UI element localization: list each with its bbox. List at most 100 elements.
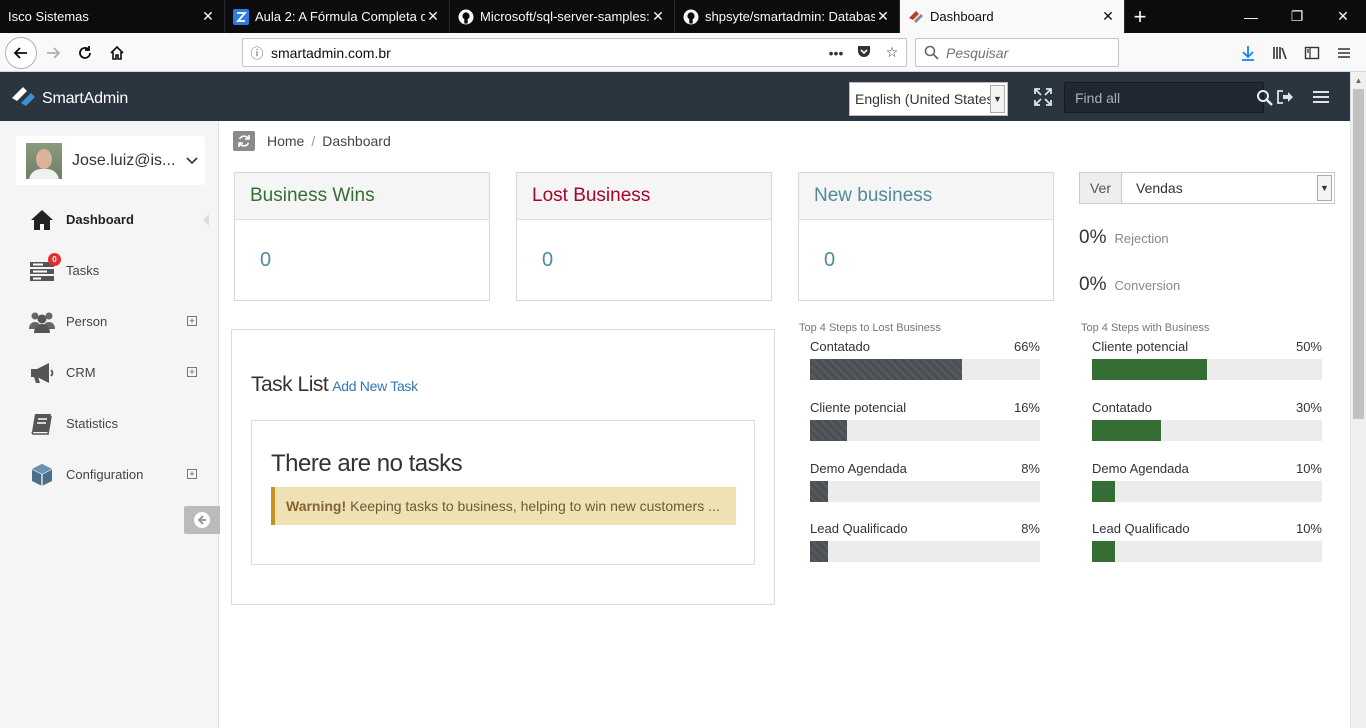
users-icon	[28, 308, 56, 336]
business-wins-box: Business Wins 0	[234, 172, 490, 301]
hamburger-menu-icon[interactable]	[1310, 86, 1332, 108]
url-bar[interactable]: ⓘ smartadmin.com.br ••• ☆	[242, 38, 907, 67]
close-icon[interactable]: ✕	[425, 8, 441, 25]
minimize-icon[interactable]: —	[1228, 0, 1274, 33]
task-list-header: Task List Add New Task	[251, 373, 418, 397]
warning-text: Keeping tasks to business, helping to wi…	[350, 498, 720, 514]
browser-tab[interactable]: Aula 2: A Fórmula Completa de ✕	[225, 0, 450, 33]
scrollbar-thumb[interactable]	[1353, 89, 1364, 419]
lost-step: Lead Qualificado 8%	[810, 521, 1040, 562]
progress-fill	[1092, 420, 1161, 441]
github-icon	[458, 9, 474, 25]
lost-steps-caption: Top 4 Steps to Lost Business	[799, 322, 941, 334]
megaphone-icon	[28, 359, 56, 387]
win-step: Lead Qualificado 10%	[1092, 521, 1322, 562]
sidebar-item-label: Dashboard	[66, 212, 134, 227]
progress-track	[1092, 420, 1322, 441]
search-icon[interactable]	[1256, 89, 1273, 106]
user-profile-box[interactable]: Jose.luiz@is...	[16, 136, 205, 185]
sidebar-item-label: Person	[66, 314, 108, 329]
browser-search-box[interactable]: Pesquisar	[915, 38, 1119, 67]
forward-button[interactable]	[38, 38, 68, 68]
new-tab-button[interactable]: +	[1125, 0, 1155, 33]
breadcrumb-home[interactable]: Home	[267, 133, 304, 149]
step-percent: 30%	[1295, 400, 1322, 415]
browser-nav-bar: ⓘ smartadmin.com.br ••• ☆ Pesquisar	[0, 33, 1366, 72]
chevron-down-icon[interactable]	[179, 156, 205, 165]
sidebar-item-statistics[interactable]: Statistics	[0, 398, 219, 449]
sidebar-item-dashboard[interactable]: Dashboard	[0, 194, 219, 245]
library-icon[interactable]	[1264, 38, 1296, 68]
logout-icon[interactable]	[1274, 86, 1296, 108]
tab-title: Microsoft/sql-server-samples: C	[480, 9, 650, 24]
step-label: Cliente potencial	[810, 400, 907, 415]
more-icon[interactable]: •••	[822, 45, 850, 61]
tab-title: Dashboard	[930, 9, 994, 24]
progress-track	[810, 420, 1040, 441]
progress-fill	[810, 541, 829, 562]
view-filter-select[interactable]: Vendas ▼	[1122, 172, 1335, 204]
sidebar: Jose.luiz@is... Dashboard 0 Tasks Person…	[0, 121, 220, 728]
reload-button[interactable]	[70, 38, 100, 68]
restore-icon[interactable]: ❐	[1274, 0, 1320, 33]
back-button[interactable]	[5, 37, 37, 69]
sidebar-item-person[interactable]: Person +	[0, 296, 219, 347]
browser-tab[interactable]: shpsyte/smartadmin: Database ✕	[675, 0, 900, 33]
progress-fill	[810, 481, 829, 502]
rejection-value: 0%	[1079, 227, 1107, 248]
conversion-rate: 0% Conversion	[1079, 274, 1180, 296]
scroll-up-arrow[interactable]: ▲	[1351, 72, 1366, 88]
fullscreen-button[interactable]	[1032, 86, 1054, 108]
new-business-value: 0	[824, 249, 836, 271]
close-icon[interactable]: ✕	[1100, 8, 1116, 25]
step-label: Contatado	[810, 339, 870, 354]
url-text[interactable]: smartadmin.com.br	[271, 45, 822, 61]
refresh-button[interactable]	[233, 131, 255, 151]
expand-icon[interactable]: +	[187, 469, 197, 479]
add-new-task-link[interactable]: Add New Task	[332, 378, 418, 394]
browser-tab-active[interactable]: Dashboard ✕	[900, 0, 1125, 33]
download-icon[interactable]	[1232, 38, 1264, 68]
warning-label: Warning!	[286, 498, 347, 514]
pocket-icon[interactable]	[850, 44, 878, 61]
progress-track	[810, 359, 1040, 380]
close-icon[interactable]: ✕	[200, 8, 216, 25]
sidebar-item-tasks[interactable]: 0 Tasks	[0, 245, 219, 296]
close-window-icon[interactable]: ✕	[1320, 0, 1366, 33]
page-scrollbar[interactable]: ▲	[1350, 72, 1366, 728]
browser-tab[interactable]: Isco Sistemas ✕	[0, 0, 225, 33]
lost-step: Cliente potencial 16%	[810, 400, 1040, 441]
app-logo[interactable]: SmartAdmin	[12, 84, 128, 113]
sidebar-menu: Dashboard 0 Tasks Person + CRM + Statist…	[0, 194, 219, 500]
step-percent: 10%	[1295, 461, 1322, 476]
expand-icon[interactable]: +	[187, 316, 197, 326]
sidebar-item-configuration[interactable]: Configuration +	[0, 449, 219, 500]
win-steps-caption: Top 4 Steps with Business	[1081, 322, 1210, 334]
view-filter-value: Vendas	[1136, 180, 1183, 196]
smartadmin-logo-icon	[12, 84, 36, 113]
expand-icon[interactable]: +	[187, 367, 197, 377]
close-icon[interactable]: ✕	[650, 8, 666, 25]
language-select[interactable]: English (United States) ▼	[849, 82, 1008, 116]
sidebar-toggle-icon[interactable]	[1296, 38, 1328, 68]
close-icon[interactable]: ✕	[875, 8, 891, 25]
win-step: Contatado 30%	[1092, 400, 1322, 441]
tasks-icon: 0	[28, 252, 61, 285]
home-button[interactable]	[102, 38, 132, 68]
collapse-sidebar-button[interactable]	[184, 506, 220, 534]
find-all-input[interactable]	[1065, 89, 1256, 106]
progress-fill	[810, 420, 847, 441]
step-percent: 16%	[1013, 400, 1040, 415]
business-wins-title: Business Wins	[235, 173, 489, 220]
browser-tab[interactable]: Microsoft/sql-server-samples: C ✕	[450, 0, 675, 33]
sidebar-item-crm[interactable]: CRM +	[0, 347, 219, 398]
lost-business-box: Lost Business 0	[516, 172, 772, 301]
breadcrumb-current: Dashboard	[322, 133, 391, 149]
step-label: Demo Agendada	[810, 461, 907, 476]
step-percent: 10%	[1295, 521, 1322, 536]
progress-fill	[1092, 541, 1115, 562]
step-label: Contatado	[1092, 400, 1152, 415]
info-icon[interactable]: ⓘ	[243, 43, 271, 62]
browser-menu-icon[interactable]	[1328, 38, 1360, 68]
bookmark-star-icon[interactable]: ☆	[878, 44, 906, 61]
